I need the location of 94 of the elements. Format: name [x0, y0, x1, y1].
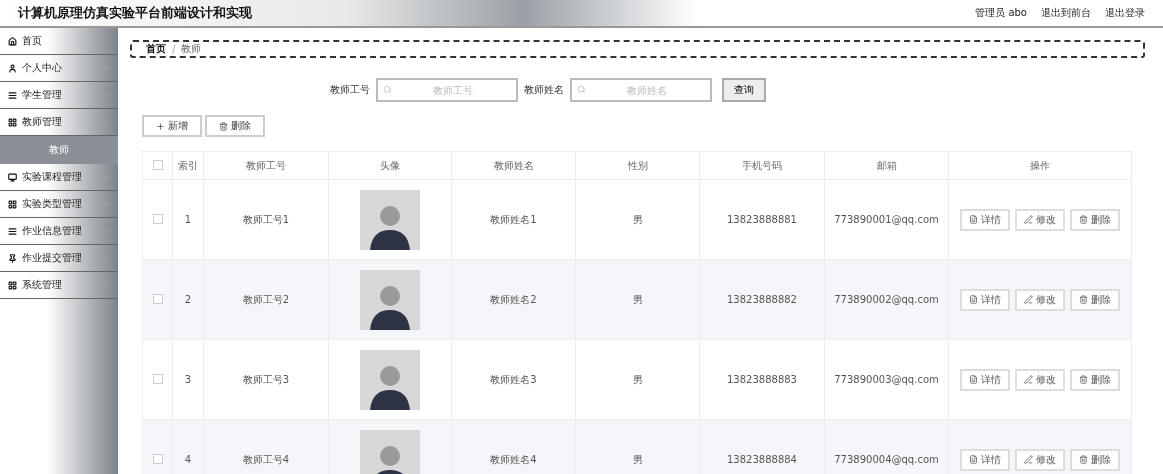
delete-button[interactable]: 删除 [1070, 448, 1120, 471]
table-cell: 教师姓名3 [451, 339, 576, 420]
sidebar-item[interactable]: 实验课程管理 [0, 164, 118, 191]
edit-button[interactable]: 修改 [1015, 288, 1065, 311]
trash-icon [1079, 455, 1088, 464]
document-icon [969, 455, 978, 464]
home-icon [8, 36, 17, 46]
detail-button[interactable]: 详情 [960, 288, 1010, 311]
checkbox[interactable] [152, 373, 163, 384]
list-icon [8, 90, 17, 100]
pen-icon [1024, 375, 1033, 384]
field-label: 教师姓名 [523, 83, 564, 97]
table-cell: 教师工号3 [203, 339, 329, 420]
detail-button[interactable]: 详情 [960, 448, 1010, 471]
table-cell: 教师工号1 [203, 179, 329, 260]
checkbox[interactable] [152, 213, 163, 224]
pin-icon [8, 253, 17, 263]
table-cell: 教师工号2 [203, 259, 329, 340]
search-icon [382, 85, 392, 94]
checkbox[interactable] [152, 453, 163, 464]
user-label: 管理员 abo [975, 6, 1027, 20]
table-cell: 男 [575, 179, 700, 260]
breadcrumb-link[interactable]: 首页 [146, 42, 166, 56]
edit-button[interactable]: 修改 [1015, 208, 1065, 231]
search-field[interactable]: 教师姓名 [569, 78, 712, 102]
table-cell: 773890002@qq.com [824, 259, 949, 340]
checkbox[interactable] [152, 159, 163, 170]
table-cell: 教师姓名2 [451, 259, 576, 340]
table-cell: 1 [172, 179, 204, 260]
breadcrumb-separator: / [172, 43, 176, 55]
document-icon [969, 215, 978, 224]
column-header: 头像 [328, 151, 452, 180]
document-icon [969, 295, 978, 304]
document-icon [969, 375, 978, 384]
field-label: 教师工号 [329, 83, 370, 97]
table-cell: 13823888883 [699, 339, 825, 420]
photo-placeholder [360, 429, 420, 474]
table-cell: 教师姓名1 [451, 179, 576, 260]
column-header: 索引 [172, 151, 204, 180]
edit-button[interactable]: 修改 [1015, 368, 1065, 391]
checkbox[interactable] [152, 293, 163, 304]
list-icon [8, 226, 17, 236]
table-cell: 3 [172, 339, 204, 420]
trash-icon [1079, 295, 1088, 304]
detail-button[interactable]: 详情 [960, 368, 1010, 391]
column-header: 操作 [948, 151, 1132, 180]
search-field[interactable]: 教师工号 [375, 78, 518, 102]
user-icon [8, 63, 17, 73]
monitor-icon [8, 172, 17, 182]
header-link[interactable]: 退出登录 [1105, 6, 1145, 20]
delete-button[interactable]: 删除 [1070, 368, 1120, 391]
detail-button[interactable]: 详情 [960, 208, 1010, 231]
pen-icon [1024, 215, 1033, 224]
query-button[interactable]: 查询 [721, 78, 766, 102]
pen-icon [1024, 295, 1033, 304]
column-header: 教师姓名 [451, 151, 576, 180]
column-header: 手机号码 [699, 151, 825, 180]
sidebar-item[interactable]: 首页 [0, 28, 118, 55]
trash-icon [219, 121, 228, 131]
column-header: 邮箱 [824, 151, 949, 180]
trash-icon [1079, 215, 1088, 224]
photo-placeholder [360, 269, 420, 330]
photo-placeholder [360, 189, 420, 250]
column-header: 性别 [575, 151, 700, 180]
table-cell: 男 [575, 259, 700, 340]
sidebar-item[interactable]: 作业信息管理 [0, 218, 118, 245]
grid-icon [8, 117, 17, 127]
sidebar-item[interactable]: 个人中心 [0, 55, 118, 82]
grid-icon [8, 280, 17, 290]
delete-button[interactable]: 删除 [1070, 288, 1120, 311]
edit-button[interactable]: 修改 [1015, 448, 1065, 471]
table-cell: 773890001@qq.com [824, 179, 949, 260]
delete-button[interactable]: 删除 [205, 115, 265, 137]
pen-icon [1024, 455, 1033, 464]
table-cell: 773890003@qq.com [824, 339, 949, 420]
grid-icon [8, 199, 17, 209]
table-cell: 13823888881 [699, 179, 825, 260]
trash-icon [1079, 375, 1088, 384]
photo-placeholder [360, 349, 420, 410]
header-link[interactable]: 退出到前台 [1041, 6, 1091, 20]
table-cell: 2 [172, 259, 204, 340]
app-title: 计算机原理仿真实验平台前端设计和实现 [18, 4, 252, 22]
breadcrumb-link[interactable]: 教师 [181, 42, 202, 56]
sidebar-item[interactable]: 作业提交管理 [0, 245, 118, 272]
sidebar-item[interactable]: 实验类型管理 [0, 191, 118, 218]
add-button[interactable]: 新增 [142, 115, 202, 137]
column-header: 教师工号 [203, 151, 329, 180]
sidebar-item[interactable]: 学生管理 [0, 82, 118, 109]
sidebar-item[interactable]: 系统管理 [0, 272, 118, 299]
delete-button[interactable]: 删除 [1070, 208, 1120, 231]
search-icon [576, 85, 586, 94]
table-cell: 13823888882 [699, 259, 825, 340]
plus-icon [156, 121, 165, 131]
table-cell: 男 [575, 339, 700, 420]
